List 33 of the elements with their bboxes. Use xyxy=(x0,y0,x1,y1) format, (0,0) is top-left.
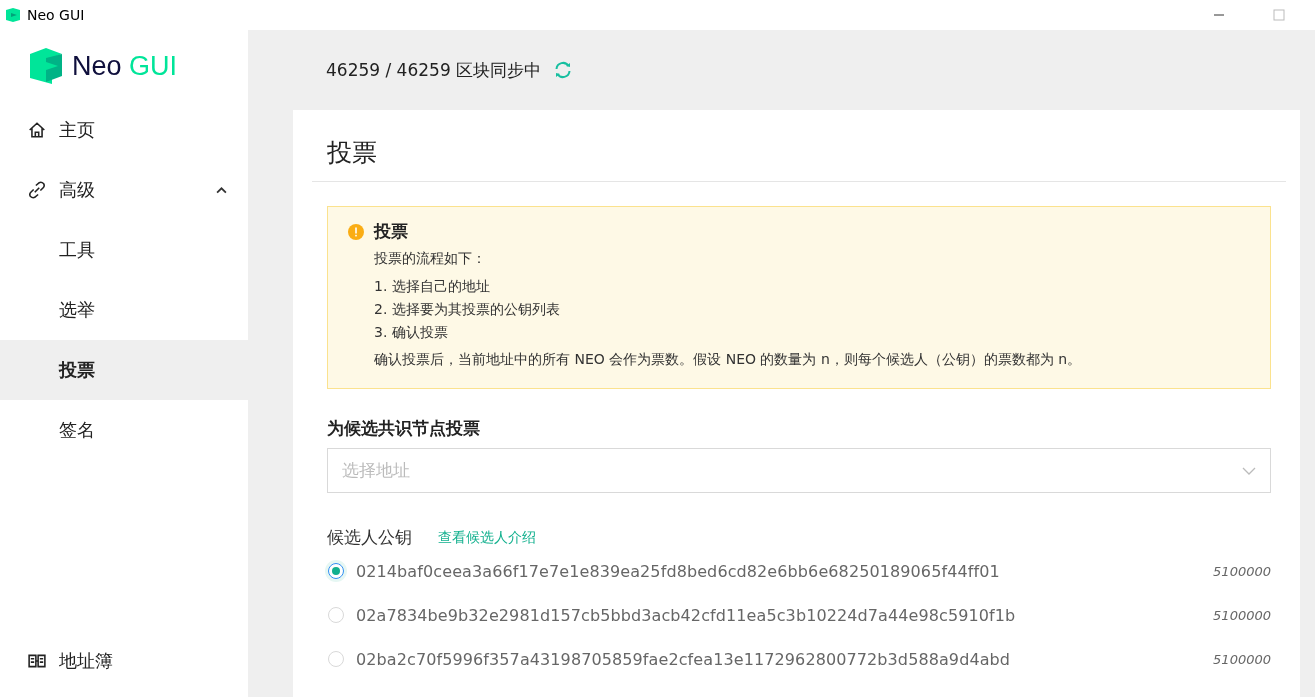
vote-count: 5100000 xyxy=(1213,607,1271,623)
public-key-text: 02ba2c70f5996f357a43198705859fae2cfea13e1172962800772b3d588a9d4abd xyxy=(356,649,1011,669)
vote-count: 5100000 xyxy=(1213,563,1271,579)
warning-icon xyxy=(348,223,364,240)
public-key-text: 02a7834be9b32e2981d157cb5bbd3acb42cfd11ea5c3b10224d7a44e98c5910f1b xyxy=(356,605,1016,625)
candidates-label: 候选人公钥 xyxy=(327,526,412,549)
logo-text: Neo GUI xyxy=(72,50,178,82)
section-title: 为候选共识节点投票 xyxy=(327,417,481,440)
vote-count: 5100000 xyxy=(1213,651,1271,667)
nav-item[interactable]: 工具 xyxy=(0,220,248,280)
home-icon xyxy=(28,121,46,139)
page-title: 投票 xyxy=(326,137,378,169)
nav-item[interactable]: 地址簿 xyxy=(0,631,248,691)
step-text: 2. 选择要为其投票的公钥列表 xyxy=(374,300,561,319)
nav-item[interactable]: 投票 xyxy=(0,340,248,400)
alert-text: 投票的流程如下： xyxy=(374,250,487,268)
nav-item[interactable]: 选举 xyxy=(0,280,248,340)
maximize-icon[interactable] xyxy=(1273,9,1285,21)
chevron-down-icon xyxy=(1242,466,1256,475)
link-icon xyxy=(28,181,46,199)
window-title: Neo GUI xyxy=(27,7,85,23)
alert-title: 投票 xyxy=(374,220,408,243)
public-key-text: 0214baf0ceea3a66f17e7e1e839ea25fd8bed6cd82e6bb6e68250189065f44ff01 xyxy=(356,561,1000,581)
radio-button[interactable] xyxy=(328,563,344,579)
app-logo-icon xyxy=(5,7,21,23)
nav-item[interactable]: 高级 xyxy=(0,160,248,220)
nav-item[interactable]: 主页 xyxy=(0,100,248,160)
book-icon xyxy=(28,652,46,670)
alert-text: 确认投票后，当前地址中的所有 NEO 会作为票数。假设 NEO 的数量为 n，则每个候选人（公钥）的票数都为 n。 xyxy=(374,351,1083,369)
nav-item[interactable]: 签名 xyxy=(0,400,248,460)
step-text: 3. 确认投票 xyxy=(374,323,449,342)
sync-status: 46259 / 46259 区块同步中 xyxy=(326,58,542,82)
step-text: 1. 选择自己的地址 xyxy=(374,277,491,296)
